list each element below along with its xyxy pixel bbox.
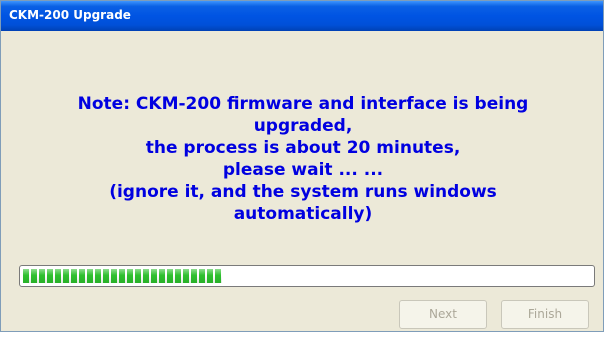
note-line: please wait ... ... [222, 160, 384, 180]
title-bar[interactable]: CKM-200 Upgrade [1, 1, 603, 31]
upgrade-window: CKM-200 Upgrade Note: CKM-200 firmware a… [0, 0, 604, 332]
note-line: Note: CKM-200 firmware and interface is … [77, 94, 529, 114]
upgrade-progress-bar [19, 265, 595, 287]
next-button[interactable]: Next [399, 300, 487, 329]
finish-button[interactable]: Finish [501, 300, 589, 329]
window-title: CKM-200 Upgrade [9, 8, 131, 22]
upgrade-note: Note: CKM-200 firmware and interface is … [21, 93, 585, 225]
note-line: the process is about 20 minutes, [145, 138, 461, 158]
note-line: automatically) [233, 204, 373, 224]
progress-fill [23, 269, 222, 283]
note-line: upgraded, [253, 116, 353, 136]
note-line: (ignore it, and the system runs windows [109, 182, 497, 202]
